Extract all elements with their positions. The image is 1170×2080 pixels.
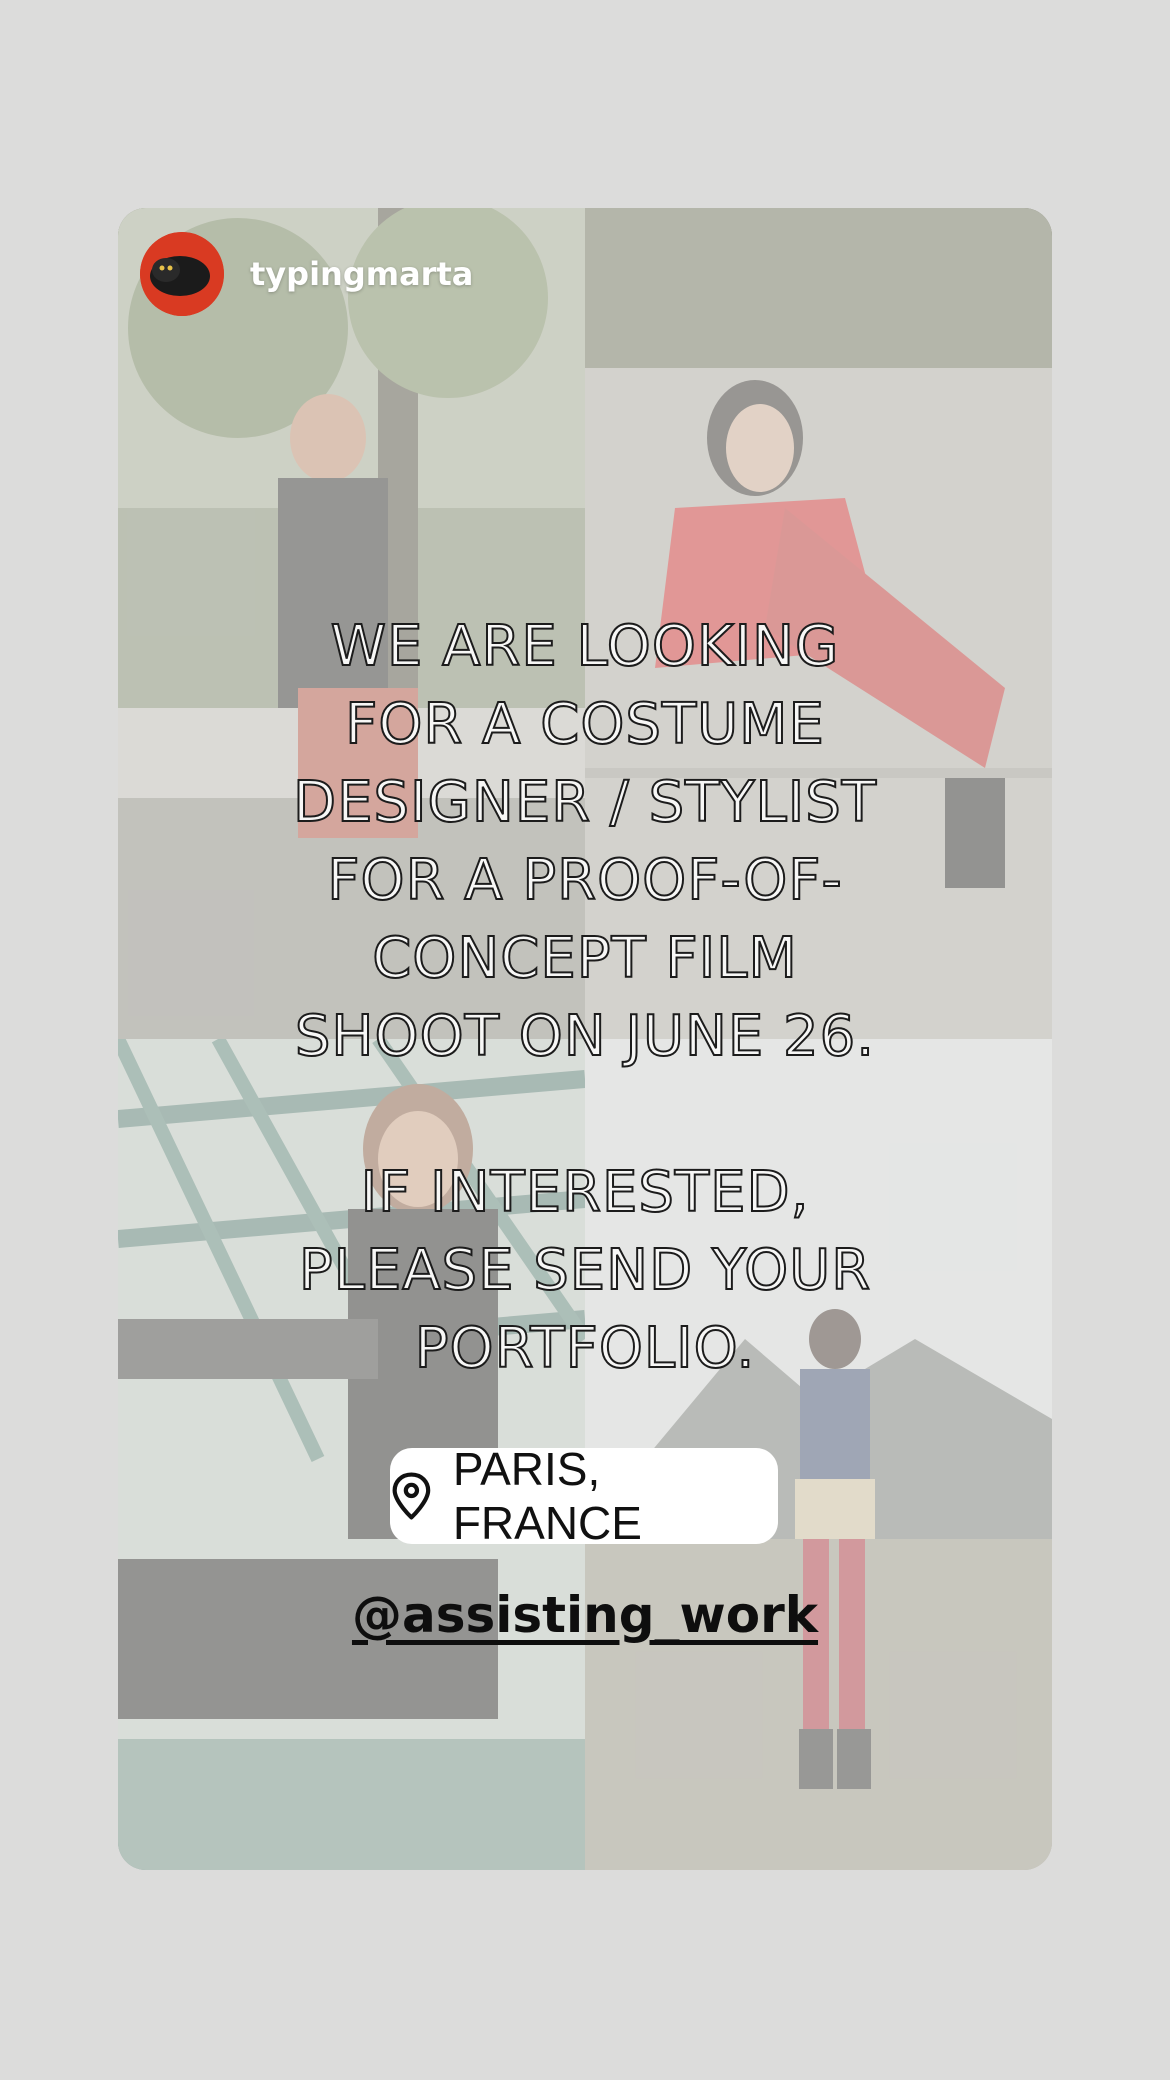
mention-sticker[interactable]: @assisting_work <box>118 1586 1052 1644</box>
location-sticker[interactable]: PARIS, FRANCE <box>390 1443 778 1549</box>
announcement-line: FOR A PROOF-OF- <box>326 847 843 914</box>
announcement-line: FOR A COSTUME <box>344 691 825 758</box>
announcement-line: CONCEPT FILM <box>371 925 798 992</box>
announcement-line: SHOOT ON JUNE 26. <box>294 1003 876 1070</box>
announcement-line: PLEASE SEND YOUR <box>298 1237 872 1304</box>
story-header[interactable]: typingmarta <box>140 232 473 316</box>
announcement-line: IF INTERESTED, <box>360 1159 810 1226</box>
announcement-line: PORTFOLIO. <box>414 1315 756 1382</box>
story-card[interactable]: typingmarta WE ARE LOOKING FOR A COSTUME… <box>118 208 1052 1870</box>
avatar[interactable] <box>140 232 224 316</box>
announcement-line: DESIGNER / STYLIST <box>292 769 878 836</box>
username[interactable]: typingmarta <box>250 255 473 293</box>
announcement-text: WE ARE LOOKING FOR A COSTUME DESIGNER / … <box>118 608 1052 1388</box>
location-pin-icon <box>392 1472 431 1520</box>
location-label: PARIS, FRANCE <box>452 1443 642 1549</box>
announcement-line: WE ARE LOOKING <box>330 613 840 680</box>
